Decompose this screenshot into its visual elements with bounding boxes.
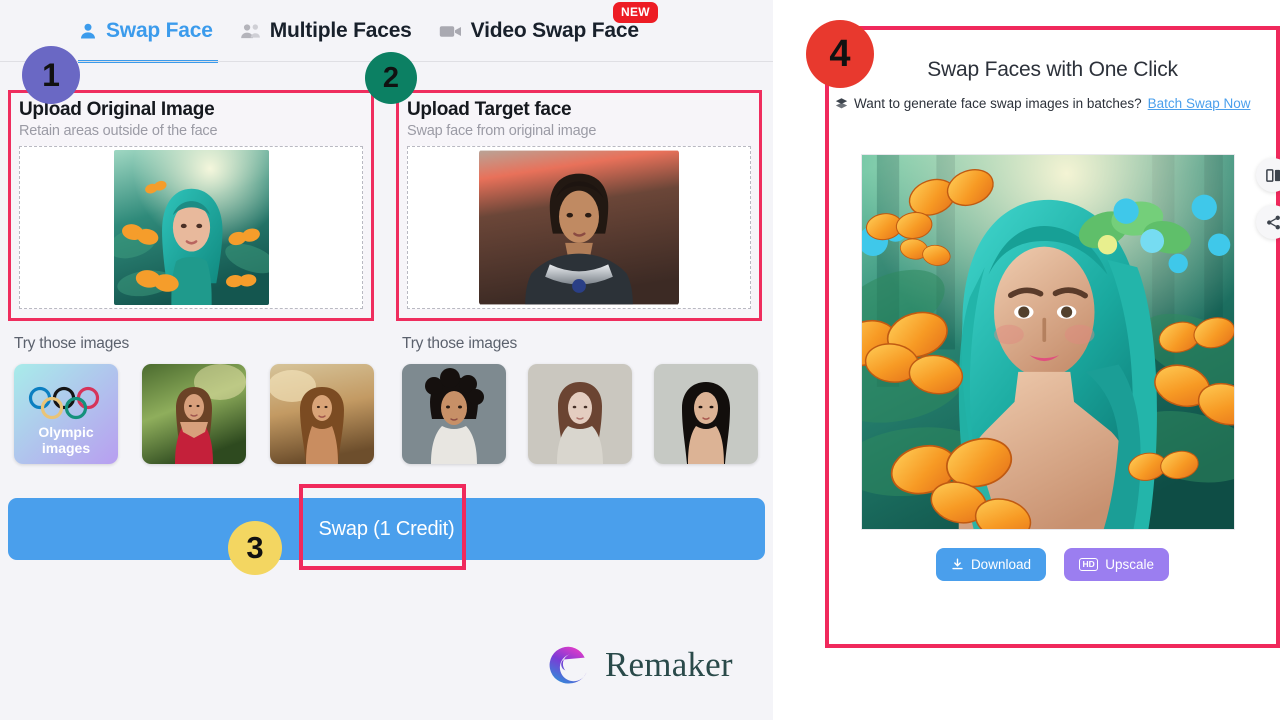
result-title: Swap Faces with One Click	[927, 58, 1178, 81]
target-face-preview	[479, 150, 679, 305]
try-images-label-target: Try those images	[402, 335, 518, 352]
compare-split-icon	[1265, 168, 1280, 182]
sample-row-target	[402, 364, 762, 464]
sample-woman-pale[interactable]	[528, 364, 632, 464]
sample-woman-red-top[interactable]	[142, 364, 246, 464]
upload-target-column: Upload Target face Swap face from origin…	[396, 90, 762, 464]
upload-original-column: Upload Original Image Retain areas outsi…	[8, 90, 374, 464]
tab-swap-face-label: Swap Face	[106, 19, 213, 42]
woman-red-top-thumb	[142, 364, 246, 464]
tab-multiple-faces-label: Multiple Faces	[269, 19, 412, 42]
remaker-wordmark: Remaker	[605, 645, 733, 684]
swap-button-label: Swap (1 Credit)	[318, 517, 455, 540]
screenshot-root: Swap Face Multiple Faces Video Swap Face	[0, 0, 1280, 720]
batch-promo-text: Want to generate face swap images in bat…	[854, 96, 1142, 111]
step-badge-3: 3	[228, 521, 282, 575]
upload-target-frame: Upload Target face Swap face from origin…	[396, 90, 762, 321]
download-icon	[952, 558, 963, 570]
remaker-swirl-icon	[549, 646, 587, 684]
step-badge-1: 1	[22, 46, 80, 104]
upscale-button-label: Upscale	[1105, 557, 1155, 572]
upload-target-dropzone[interactable]	[407, 146, 751, 309]
person-icon	[81, 23, 95, 39]
try-images-label-original: Try those images	[14, 335, 130, 352]
woman-sunset-thumb	[270, 364, 374, 464]
upload-original-title: Upload Original Image	[19, 99, 215, 120]
face-swap-tool-panel: Swap Face Multiple Faces Video Swap Face	[0, 0, 773, 720]
step-badge-4: 4	[806, 20, 874, 88]
man-curly-hair-thumb	[402, 364, 506, 464]
upload-original-frame: Upload Original Image Retain areas outsi…	[8, 90, 374, 321]
svg-text:images: images	[42, 440, 90, 456]
woman-asian-thumb	[654, 364, 758, 464]
swap-button[interactable]: Swap (1 Credit)	[8, 498, 765, 560]
woman-pale-thumb	[528, 364, 632, 464]
download-button-label: Download	[970, 557, 1031, 572]
tab-video-swap-face-label: Video Swap Face	[470, 19, 639, 42]
upload-target-subtitle: Swap face from original image	[407, 123, 597, 139]
hd-icon: HD	[1078, 558, 1099, 571]
video-camera-icon	[439, 25, 461, 37]
upscale-button[interactable]: HD Upscale	[1063, 548, 1170, 581]
download-button[interactable]: Download	[935, 548, 1046, 581]
share-icon	[1266, 215, 1280, 229]
sample-man-curly-hair[interactable]	[402, 364, 506, 464]
layers-icon	[835, 98, 848, 109]
sample-olympic-images[interactable]: Olympic images	[14, 364, 118, 464]
upload-row: Upload Original Image Retain areas outsi…	[0, 62, 773, 464]
tab-video-swap-face[interactable]: Video Swap Face	[439, 19, 639, 43]
result-frame-highlight: Swap Faces with One Click Want to genera…	[825, 26, 1280, 648]
upload-target-title: Upload Target face	[407, 99, 572, 120]
remaker-logo: Remaker	[548, 643, 733, 687]
result-panel: Swap Faces with One Click Want to genera…	[783, 0, 1280, 720]
swapped-result-image	[862, 155, 1234, 529]
batch-swap-now-link[interactable]: Batch Swap Now	[1148, 96, 1251, 111]
tab-multiple-faces[interactable]: Multiple Faces	[240, 19, 412, 43]
sample-woman-asian[interactable]	[654, 364, 758, 464]
batch-promo-line: Want to generate face swap images in bat…	[835, 96, 1276, 111]
original-image-preview	[113, 150, 269, 305]
olympic-images-thumb: Olympic images	[14, 364, 118, 464]
result-action-buttons: Download HD Upscale	[829, 548, 1276, 581]
svg-text:Olympic: Olympic	[38, 424, 93, 440]
upload-original-dropzone[interactable]	[19, 146, 363, 309]
result-image-container	[861, 154, 1235, 530]
sample-woman-sunset[interactable]	[270, 364, 374, 464]
tab-swap-face[interactable]: Swap Face	[78, 19, 213, 43]
swap-action-row: Swap (1 Credit)	[8, 484, 765, 570]
people-icon	[240, 24, 260, 39]
step-badge-2: 2	[365, 52, 417, 104]
sample-row-original: Olympic images	[14, 364, 374, 464]
upload-original-subtitle: Retain areas outside of the face	[19, 123, 218, 139]
new-badge: NEW	[613, 2, 658, 23]
